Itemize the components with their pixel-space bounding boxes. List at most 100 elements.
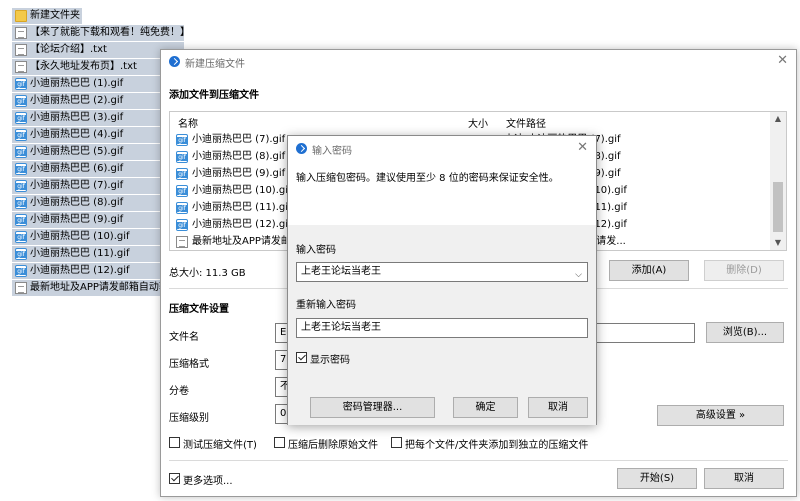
scroll-down-icon[interactable]: ▼ <box>770 236 786 250</box>
file-name-cell: 小迪丽热巴巴 (10).gif <box>192 185 292 196</box>
footer-divider <box>169 460 788 461</box>
total-size-label: 总大小: 11.3 GB <box>169 268 246 279</box>
background-file-name: 小迪丽热巴巴 (5).gif <box>30 146 124 157</box>
show-password-label: 显示密码 <box>310 355 350 366</box>
gif-file-icon <box>15 197 27 209</box>
delete-source-label: 压缩后删除原始文件 <box>288 440 378 451</box>
txt-file-icon <box>15 27 27 39</box>
gif-file-icon <box>176 134 188 146</box>
test-archive-label: 测试压缩文件(T) <box>183 440 257 451</box>
gif-file-icon <box>176 219 188 231</box>
test-archive-checkbox[interactable] <box>169 437 180 448</box>
background-file-item[interactable]: 【永久地址发布页】.txt <box>12 59 184 75</box>
txt-file-icon <box>15 44 27 56</box>
gif-file-icon <box>15 95 27 107</box>
separate-archives-label: 把每个文件/文件夹添加到独立的压缩文件 <box>405 440 589 451</box>
background-file-name: 小迪丽热巴巴 (6).gif <box>30 163 124 174</box>
background-file-name: 小迪丽热巴巴 (11).gif <box>30 248 130 259</box>
file-name-cell: 小迪丽热巴巴 (8).gif <box>192 151 286 162</box>
column-header-path[interactable]: 文件路径 <box>506 115 546 130</box>
settings-heading: 压缩文件设置 <box>169 304 229 315</box>
start-button[interactable]: 开始(S) <box>617 468 697 489</box>
chevron-down-icon[interactable]: ⌵ <box>575 266 582 281</box>
file-name-cell: 小迪丽热巴巴 (12).gif <box>192 219 292 230</box>
app-icon <box>296 143 307 154</box>
gif-file-icon <box>176 168 188 180</box>
background-file-item[interactable]: 【来了就能下载和观看！纯免费！】.txt <box>12 25 184 41</box>
folder-icon <box>15 10 27 22</box>
file-name-cell: 小迪丽热巴巴 (9).gif <box>192 168 286 179</box>
password-dialog-title: 输入密码 <box>312 146 352 157</box>
format-label: 压缩格式 <box>169 359 209 370</box>
gif-file-icon <box>15 163 27 175</box>
column-header-size[interactable]: 大小 <box>468 115 488 130</box>
background-file-item[interactable]: 【论坛介绍】.txt <box>12 42 184 58</box>
background-file-name: 小迪丽热巴巴 (2).gif <box>30 95 124 106</box>
add-button[interactable]: 添加(A) <box>609 260 689 281</box>
browse-button[interactable]: 浏览(B)... <box>706 322 784 343</box>
txt-file-icon <box>176 236 188 248</box>
close-icon[interactable]: ✕ <box>777 53 788 68</box>
password-manager-button[interactable]: 密码管理器... <box>310 397 435 418</box>
reenter-password-label: 重新输入密码 <box>296 300 356 311</box>
password-label: 输入密码 <box>296 245 336 256</box>
background-file-name: 小迪丽热巴巴 (1).gif <box>30 78 124 89</box>
file-name-cell: 最新地址及APP请发邮 <box>192 236 291 247</box>
txt-file-icon <box>15 282 27 294</box>
background-file-name: 小迪丽热巴巴 (7).gif <box>30 180 124 191</box>
scroll-up-icon[interactable]: ▲ <box>770 112 786 126</box>
gif-file-icon <box>15 265 27 277</box>
password-cancel-button[interactable]: 取消 <box>528 397 588 418</box>
separate-archives-checkbox[interactable] <box>391 437 402 448</box>
password-ok-button[interactable]: 确定 <box>453 397 518 418</box>
dialog-title: 新建压缩文件 <box>185 59 245 70</box>
gif-file-icon <box>15 146 27 158</box>
split-label: 分卷 <box>169 386 189 397</box>
gif-file-icon <box>176 202 188 214</box>
scroll-thumb[interactable] <box>773 182 783 232</box>
file-table-scrollbar[interactable]: ▲ ▼ <box>770 112 786 250</box>
delete-button[interactable]: 删除(D) <box>704 260 784 281</box>
background-file-name: 小迪丽热巴巴 (12).gif <box>30 265 130 276</box>
reenter-password-input[interactable]: 上老王论坛当老王 <box>296 318 588 338</box>
delete-source-checkbox[interactable] <box>274 437 285 448</box>
password-dialog: 输入密码 ✕ 输入压缩包密码。建议使用至少 8 位的密码来保证安全性。 输入密码… <box>287 135 597 425</box>
background-file-name: 【来了就能下载和观看！纯免费！】.txt <box>30 27 184 38</box>
password-dialog-body: 输入密码 上老王论坛当老王 ⌵ 重新输入密码 上老王论坛当老王 显示密码 密码管… <box>288 225 596 425</box>
app-icon <box>169 56 180 67</box>
background-file-name: 小迪丽热巴巴 (8).gif <box>30 197 124 208</box>
background-file-name: 【论坛介绍】.txt <box>30 44 107 55</box>
advanced-settings-button[interactable]: 高级设置 » <box>657 405 784 426</box>
close-icon[interactable]: ✕ <box>577 140 588 155</box>
gif-file-icon <box>15 78 27 90</box>
show-password-checkbox[interactable] <box>296 352 307 363</box>
add-files-heading: 添加文件到压缩文件 <box>169 90 259 101</box>
gif-file-icon <box>176 185 188 197</box>
level-label: 压缩级别 <box>169 413 209 424</box>
background-file-name: 新建文件夹 <box>30 10 80 21</box>
gif-file-icon <box>15 112 27 124</box>
password-instructions: 输入压缩包密码。建议使用至少 8 位的密码来保证安全性。 <box>296 173 559 184</box>
gif-file-icon <box>15 214 27 226</box>
background-file-name: 小迪丽热巴巴 (9).gif <box>30 214 124 225</box>
column-header-name[interactable]: 名称 <box>178 115 198 130</box>
file-name-cell: 小迪丽热巴巴 (11).gif <box>192 202 292 213</box>
more-options-checkbox[interactable] <box>169 473 180 484</box>
password-dialog-header-area: 输入密码 ✕ 输入压缩包密码。建议使用至少 8 位的密码来保证安全性。 <box>288 136 596 225</box>
background-file-item[interactable]: 新建文件夹 <box>12 8 82 24</box>
password-input[interactable]: 上老王论坛当老王 ⌵ <box>296 262 588 282</box>
gif-file-icon <box>15 129 27 141</box>
main-cancel-button[interactable]: 取消 <box>704 468 784 489</box>
background-file-name: 小迪丽热巴巴 (3).gif <box>30 112 124 123</box>
file-name-cell: 小迪丽热巴巴 (7).gif <box>192 134 286 145</box>
background-file-name: 小迪丽热巴巴 (10).gif <box>30 231 130 242</box>
background-file-name: 最新地址及APP请发邮箱自动获 <box>30 282 169 293</box>
background-file-name: 【永久地址发布页】.txt <box>30 61 137 72</box>
password-value: 上老王论坛当老王 <box>301 266 381 277</box>
gif-file-icon <box>176 151 188 163</box>
gif-file-icon <box>15 248 27 260</box>
gif-file-icon <box>15 231 27 243</box>
txt-file-icon <box>15 61 27 73</box>
gif-file-icon <box>15 180 27 192</box>
more-options-label: 更多选项... <box>183 476 233 487</box>
